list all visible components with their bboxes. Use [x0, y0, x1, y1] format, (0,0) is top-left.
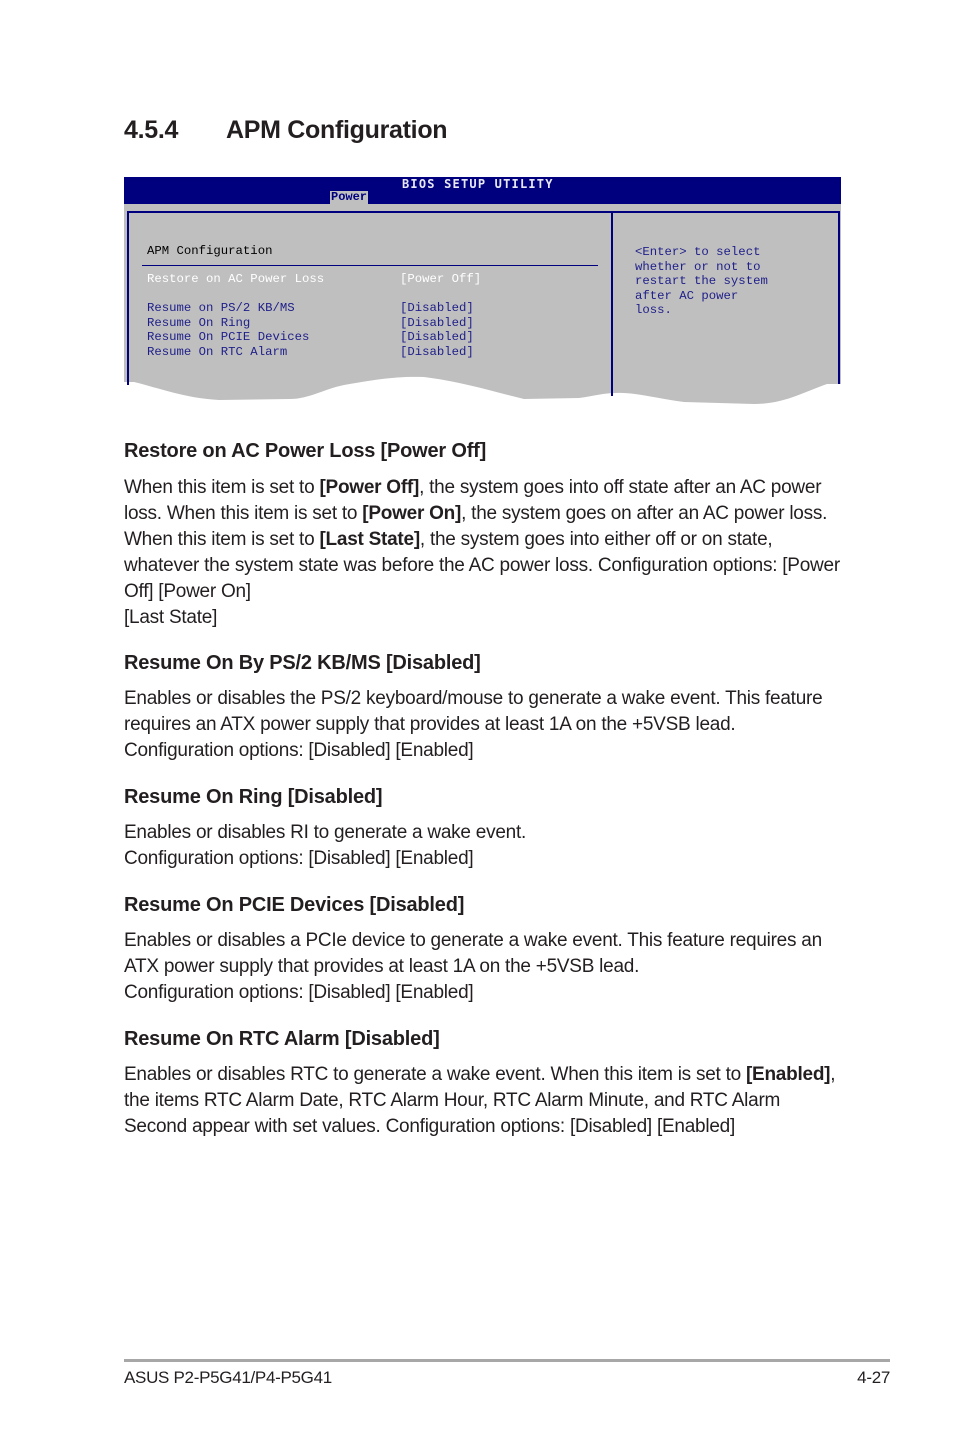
option-value-emphasis: [Last State] [319, 529, 420, 550]
bios-help-line: after AC power [635, 288, 739, 303]
bios-utility-title: BIOS SETUP UTILITY [402, 177, 554, 191]
description-text: Enables or disables the PS/2 keyboard/mo… [124, 688, 823, 735]
description-text: [Last State] [124, 607, 218, 628]
bios-item-value[interactable]: [Disabled] [400, 301, 474, 315]
option-value-emphasis: [Power On] [362, 503, 462, 524]
bios-item-row[interactable]: Resume on PS/2 KB/MS [Disabled] [147, 301, 474, 316]
footer-page-number: 4-27 [857, 1368, 890, 1387]
item-description: When this item is set to [Power Off], th… [124, 475, 844, 631]
bios-item-label: Restore on AC Power Loss [147, 272, 325, 286]
item-heading: Restore on AC Power Loss [Power Off] [124, 440, 487, 462]
item-heading: Resume On By PS/2 KB/MS [Disabled] [124, 652, 481, 674]
bios-help-text: <Enter> to select whether or not to restar… [635, 245, 768, 318]
bios-screenshot: BIOS SETUP UTILITY Power APM Configurati… [124, 177, 841, 413]
footer-rule [124, 1359, 890, 1362]
item-description: Enables or disables RI to generate a wak… [124, 820, 844, 872]
bios-item-value[interactable]: [Disabled] [400, 345, 474, 359]
bios-tab-power[interactable]: Power [330, 191, 369, 204]
description-text: Enables or disables RTC to generate a wa… [124, 1064, 746, 1085]
item-heading: Resume On RTC Alarm [Disabled] [124, 1028, 440, 1050]
bios-item-value[interactable]: [Disabled] [400, 316, 474, 330]
item-description: Enables or disables the PS/2 keyboard/mo… [124, 686, 844, 764]
bios-item-row[interactable]: Resume On Ring [Disabled] [147, 316, 474, 331]
section-title: 4.5.4 APM Configuration [124, 116, 448, 145]
bios-item-value[interactable]: [Disabled] [400, 330, 474, 344]
description-text: When this item is set to [124, 477, 320, 498]
bios-item-value[interactable]: [Power Off] [400, 272, 481, 286]
description-text: Configuration options: [Disabled] [Enabl… [124, 740, 474, 761]
footer-product: ASUS P2-P5G41/P4-P5G41 [124, 1368, 332, 1387]
bios-divider [142, 265, 598, 266]
bios-panel-title: APM Configuration [147, 244, 273, 258]
bios-item-label: Resume On Ring [147, 316, 251, 330]
bios-titlebar: BIOS SETUP UTILITY Power [124, 177, 841, 204]
bios-help-line: whether or not to [635, 259, 761, 274]
bios-item-row[interactable]: Resume On PCIE Devices [Disabled] [147, 330, 474, 345]
bios-help-line: restart the system [635, 274, 768, 288]
bios-item-label: Resume on PS/2 KB/MS [147, 301, 295, 315]
description-text: Configuration options: [Disabled] [Enabl… [124, 848, 474, 869]
bios-help-line: <Enter> to select [635, 245, 761, 259]
bios-body: APM Configuration Restore on AC Power Lo… [124, 204, 841, 413]
bios-item-row[interactable]: Resume On RTC Alarm [Disabled] [147, 345, 474, 360]
description-text: Configuration options: [Disabled] [Enabl… [124, 982, 474, 1003]
description-text: Enables or disables a PCIe device to gen… [124, 930, 822, 977]
option-value-emphasis: [Power Off] [319, 477, 420, 498]
item-heading: Resume On PCIE Devices [Disabled] [124, 894, 465, 916]
description-text: Enables or disables RI to generate a wak… [124, 822, 527, 843]
item-description: Enables or disables a PCIe device to gen… [124, 928, 844, 1006]
section-title-text: APM Configuration [226, 116, 448, 144]
bios-item-label: Resume On PCIE Devices [147, 330, 310, 344]
item-description: Enables or disables RTC to generate a wa… [124, 1062, 844, 1140]
bios-item-row[interactable]: Restore on AC Power Loss [Power Off] [147, 272, 481, 287]
section-number: 4.5.4 [124, 116, 179, 144]
bios-item-label: Resume On RTC Alarm [147, 345, 288, 359]
item-heading: Resume On Ring [Disabled] [124, 786, 383, 808]
bios-help-line: loss. [635, 303, 672, 317]
option-value-emphasis: [Enabled] [745, 1064, 831, 1085]
